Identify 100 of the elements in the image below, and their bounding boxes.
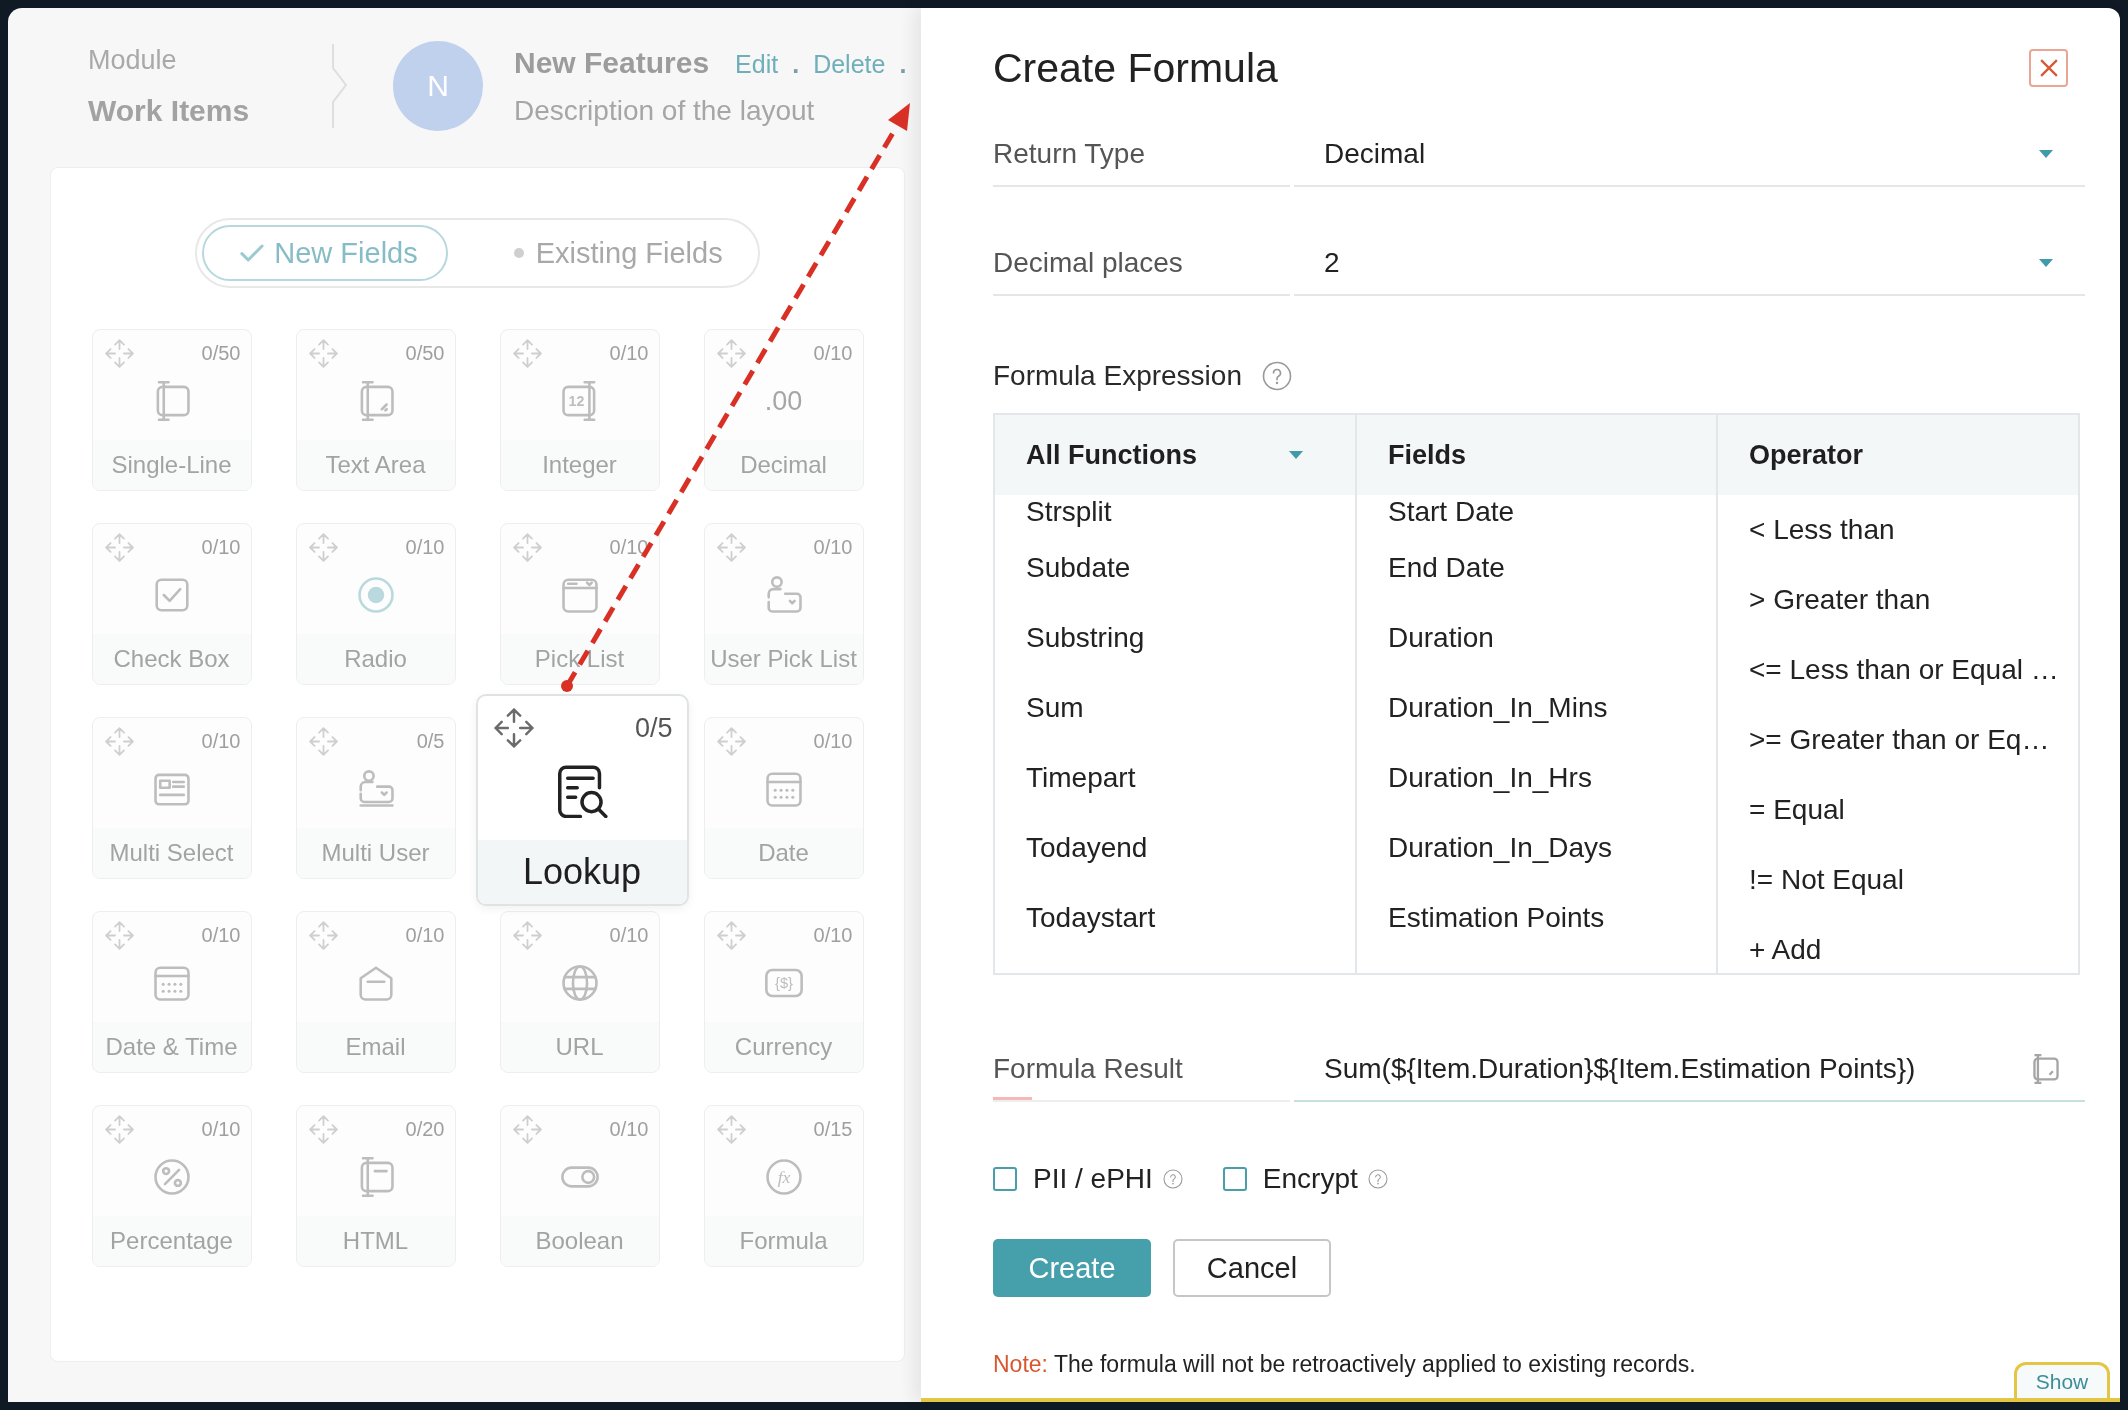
list-item[interactable]: Start Date <box>1357 495 1716 533</box>
field-count: 0/10 <box>813 729 853 754</box>
move-icon <box>716 339 746 368</box>
list-item[interactable]: = Equal <box>1718 775 2078 845</box>
column-heading[interactable]: All Functions <box>1026 439 1197 471</box>
move-icon <box>716 921 746 950</box>
list-item[interactable]: Todaystart <box>995 883 1355 953</box>
field-count: 0/15 <box>813 1117 853 1142</box>
field-count: 0/10 <box>609 923 649 948</box>
checkbox-icon <box>152 575 191 615</box>
list-item[interactable]: Duration_In_Hrs <box>1357 743 1716 813</box>
tile-label: Percentage <box>110 1227 233 1255</box>
field-count: 0/10 <box>201 729 241 754</box>
tile-label: Decimal <box>740 451 827 479</box>
breadcrumb-chevron-icon <box>332 44 348 128</box>
field-count: 0/10 <box>405 535 445 560</box>
decimal-icon: .00 <box>764 381 803 421</box>
field-count: 0/50 <box>405 341 445 366</box>
avatar: N <box>393 41 483 131</box>
list-item[interactable]: >= Greater than or Eq… <box>1718 705 2078 775</box>
tile-label: Date <box>758 839 809 867</box>
tile-label: Single-Line <box>111 451 232 479</box>
move-icon <box>512 921 542 950</box>
tile-label: Currency <box>734 1033 833 1061</box>
checkbox-label: PII / ePHI <box>1033 1162 1153 1196</box>
move-icon <box>493 708 534 748</box>
formula-result-field[interactable]: Sum(${Item.Duration}${Item.Estimation Points}) <box>1294 1039 2085 1102</box>
tile-label: Lookup <box>522 851 642 893</box>
move-icon <box>308 921 338 950</box>
tile-label: Multi Select <box>109 839 234 867</box>
list-item[interactable]: Estimation Points <box>1357 883 1716 953</box>
move-icon <box>512 533 542 562</box>
checkbox[interactable] <box>993 1167 1017 1191</box>
caret-icon <box>2039 259 2053 267</box>
list-item[interactable]: > Greater than <box>1718 565 2078 635</box>
dropdown-field[interactable]: 2 <box>1294 233 2085 296</box>
column-heading: Fields <box>1388 439 1467 471</box>
move-icon <box>308 533 338 562</box>
tile-label: Formula <box>739 1227 828 1255</box>
field-count: 0/10 <box>405 923 445 948</box>
radio-icon <box>356 575 395 615</box>
document-search-icon <box>556 764 608 818</box>
tile-label: Radio <box>344 645 407 673</box>
list-item[interactable]: Strsplit <box>995 495 1355 533</box>
dropdown-field[interactable]: Decimal <box>1294 124 2085 187</box>
field-count: 0/10 <box>813 923 853 948</box>
link-separator: . <box>792 50 800 79</box>
field-type-tile[interactable]: 0/5 Lookup <box>475 694 689 906</box>
list-item[interactable]: Todayend <box>995 813 1355 883</box>
list-item[interactable]: Duration <box>1357 603 1716 673</box>
list-item[interactable]: Duration_In_Days <box>1357 813 1716 883</box>
tile-label: URL <box>555 1033 604 1061</box>
move-icon <box>104 339 134 368</box>
note-text: Note: The formula will not be retroactively applied to existing records. <box>993 1350 1697 1378</box>
section-label: Formula Expression <box>993 359 1242 393</box>
check-icon <box>240 244 265 262</box>
function-icon: fx <box>764 1157 803 1197</box>
move-icon <box>104 533 134 562</box>
tile-label: Email <box>345 1033 406 1061</box>
list-item[interactable]: End Date <box>1357 533 1716 603</box>
list-item[interactable]: < Less than <box>1718 495 2078 565</box>
window-icon <box>560 575 599 615</box>
move-icon <box>104 727 134 756</box>
list-item[interactable]: + Add <box>1718 915 2078 973</box>
help-icon <box>1367 1169 1388 1189</box>
tile-label: HTML <box>342 1227 409 1255</box>
field-count: 0/10 <box>201 923 241 948</box>
tile-label: User Pick List <box>710 645 857 673</box>
list-item[interactable]: Subdate <box>995 533 1355 603</box>
tile-label: Pick List <box>534 645 625 673</box>
move-icon <box>716 1115 746 1144</box>
user-dropdown-icon <box>764 575 803 615</box>
list-item[interactable]: Timepart <box>995 743 1355 813</box>
list-item[interactable]: Sum <box>995 673 1355 743</box>
help-icon <box>1262 361 1292 391</box>
move-icon <box>104 1115 134 1144</box>
help-icon <box>1162 1169 1183 1189</box>
list-item[interactable]: != Not Equal <box>1718 845 2078 915</box>
field-count: 0/10 <box>201 1117 241 1142</box>
field-label: Decimal places <box>993 233 1290 296</box>
field-label: Return Type <box>993 124 1290 187</box>
column-heading: Operator <box>1749 439 1864 471</box>
field-count: 0/20 <box>405 1117 445 1142</box>
field-count: 0/10 <box>609 341 649 366</box>
link-separator: . <box>899 50 907 79</box>
cancel-button[interactable]: Cancel <box>1173 1239 1331 1297</box>
tile-label: Check Box <box>113 645 230 673</box>
list-item[interactable]: <= Less than or Equal … <box>1718 635 2078 705</box>
checkbox-label: Encrypt <box>1262 1162 1358 1196</box>
list-item[interactable]: Duration_In_Mins <box>1357 673 1716 743</box>
globe-icon <box>560 963 599 1003</box>
breadcrumb-label: Module <box>88 43 177 76</box>
field-count: 0/50 <box>201 341 241 366</box>
list-item[interactable]: Substring <box>995 603 1355 673</box>
show-tab[interactable]: Show <box>2014 1362 2110 1398</box>
field-count: 0/5 <box>416 729 445 754</box>
close-button[interactable] <box>2029 49 2068 87</box>
text-area-icon <box>2032 1054 2060 1084</box>
checkbox[interactable] <box>1222 1167 1247 1191</box>
move-icon <box>308 339 338 368</box>
